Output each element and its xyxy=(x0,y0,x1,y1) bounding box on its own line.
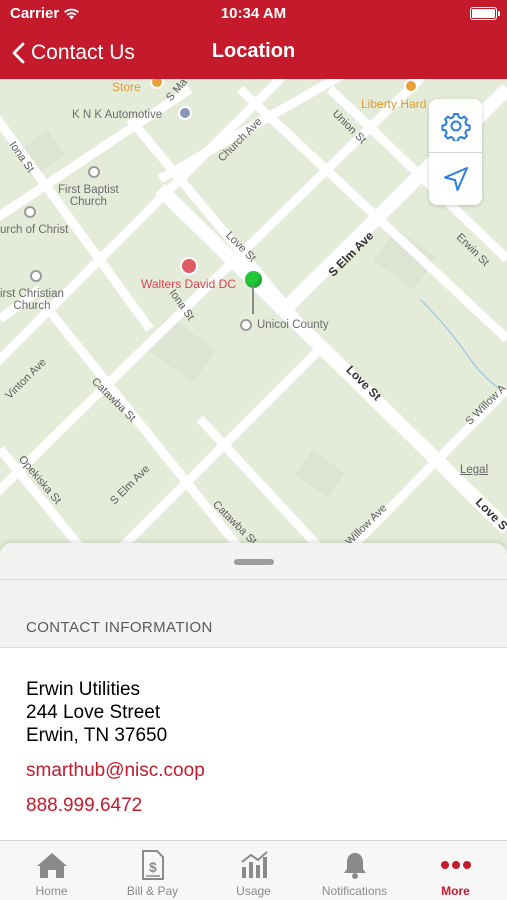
location-arrow-icon xyxy=(443,166,468,191)
contact-street: 244 Love Street xyxy=(26,702,161,723)
svg-text:$: $ xyxy=(149,859,157,875)
usage-chart-icon xyxy=(237,850,270,880)
stream xyxy=(419,298,501,390)
nav-header: Carrier 10:34 AM Contact Us Location xyxy=(0,0,507,79)
location-pin[interactable] xyxy=(245,271,263,316)
map-label-first-christian: irst Christian Church xyxy=(0,288,64,312)
battery-icon xyxy=(470,7,500,20)
legal-link[interactable]: Legal xyxy=(460,464,488,476)
liberty-marker[interactable] xyxy=(404,79,418,93)
contact-phone-link[interactable]: 888.999.6472 xyxy=(26,795,142,817)
tab-bill-pay-label: Bill & Pay xyxy=(126,884,179,898)
tab-more[interactable]: More xyxy=(405,841,506,900)
contact-email-link[interactable]: smarthub@nisc.coop xyxy=(26,760,205,782)
contact-city: Erwin, TN 37650 xyxy=(26,725,168,746)
map-label-liberty: Liberty Hard xyxy=(361,97,427,111)
contact-sheet: CONTACT INFORMATION Erwin Utilities 244 … xyxy=(0,543,507,840)
contact-name: Erwin Utilities xyxy=(26,679,141,700)
tab-more-label: More xyxy=(441,884,470,898)
map-controls xyxy=(429,99,482,205)
sheet-grabber[interactable] xyxy=(234,559,274,565)
tab-notifications[interactable]: Notifications xyxy=(304,841,405,900)
map-label-unicoi: Unicoi County xyxy=(257,319,329,331)
controls-divider xyxy=(429,152,482,153)
bell-icon xyxy=(338,850,371,880)
map-label-first-baptist: First Baptist Church xyxy=(58,184,119,208)
tab-home-label: Home xyxy=(35,884,68,898)
current-location-button[interactable] xyxy=(429,152,482,205)
status-bar: Carrier 10:34 AM xyxy=(0,0,507,28)
bill-icon: $ xyxy=(136,850,169,880)
house-icon xyxy=(35,850,68,880)
more-dots-icon xyxy=(439,850,472,880)
unicoi-marker[interactable] xyxy=(240,319,252,331)
baptist-marker[interactable] xyxy=(88,166,100,178)
map-label-church-of-christ: urch of Christ xyxy=(0,224,69,236)
tab-bar: Home $ Bill & Pay Usage Notifications Mo… xyxy=(0,840,507,900)
tab-home[interactable]: Home xyxy=(1,841,102,900)
section-header: CONTACT INFORMATION xyxy=(26,619,213,636)
tab-usage[interactable]: Usage xyxy=(203,841,304,900)
map-settings-button[interactable] xyxy=(429,99,482,152)
map-label-walters: Walters David DC xyxy=(141,277,236,291)
pin-needle xyxy=(252,286,254,314)
map-label-knk: K N K Automotive xyxy=(72,109,163,121)
contact-card: Erwin Utilities 244 Love Street Erwin, T… xyxy=(0,647,507,840)
status-time: 10:34 AM xyxy=(220,5,287,22)
sheet-divider xyxy=(0,579,507,580)
page-title-text: Location xyxy=(211,40,296,62)
tab-bill-pay[interactable]: $ Bill & Pay xyxy=(102,841,203,900)
tab-usage-label: Usage xyxy=(236,884,271,898)
page-title: Location xyxy=(0,40,507,63)
christian-marker[interactable] xyxy=(30,270,42,282)
knk-marker[interactable] xyxy=(178,106,192,120)
tab-notifications-label: Notifications xyxy=(321,884,388,898)
gear-icon xyxy=(440,112,471,141)
walters-marker[interactable] xyxy=(180,257,198,275)
map-label-store: Store xyxy=(112,80,141,94)
christ-marker[interactable] xyxy=(24,206,36,218)
